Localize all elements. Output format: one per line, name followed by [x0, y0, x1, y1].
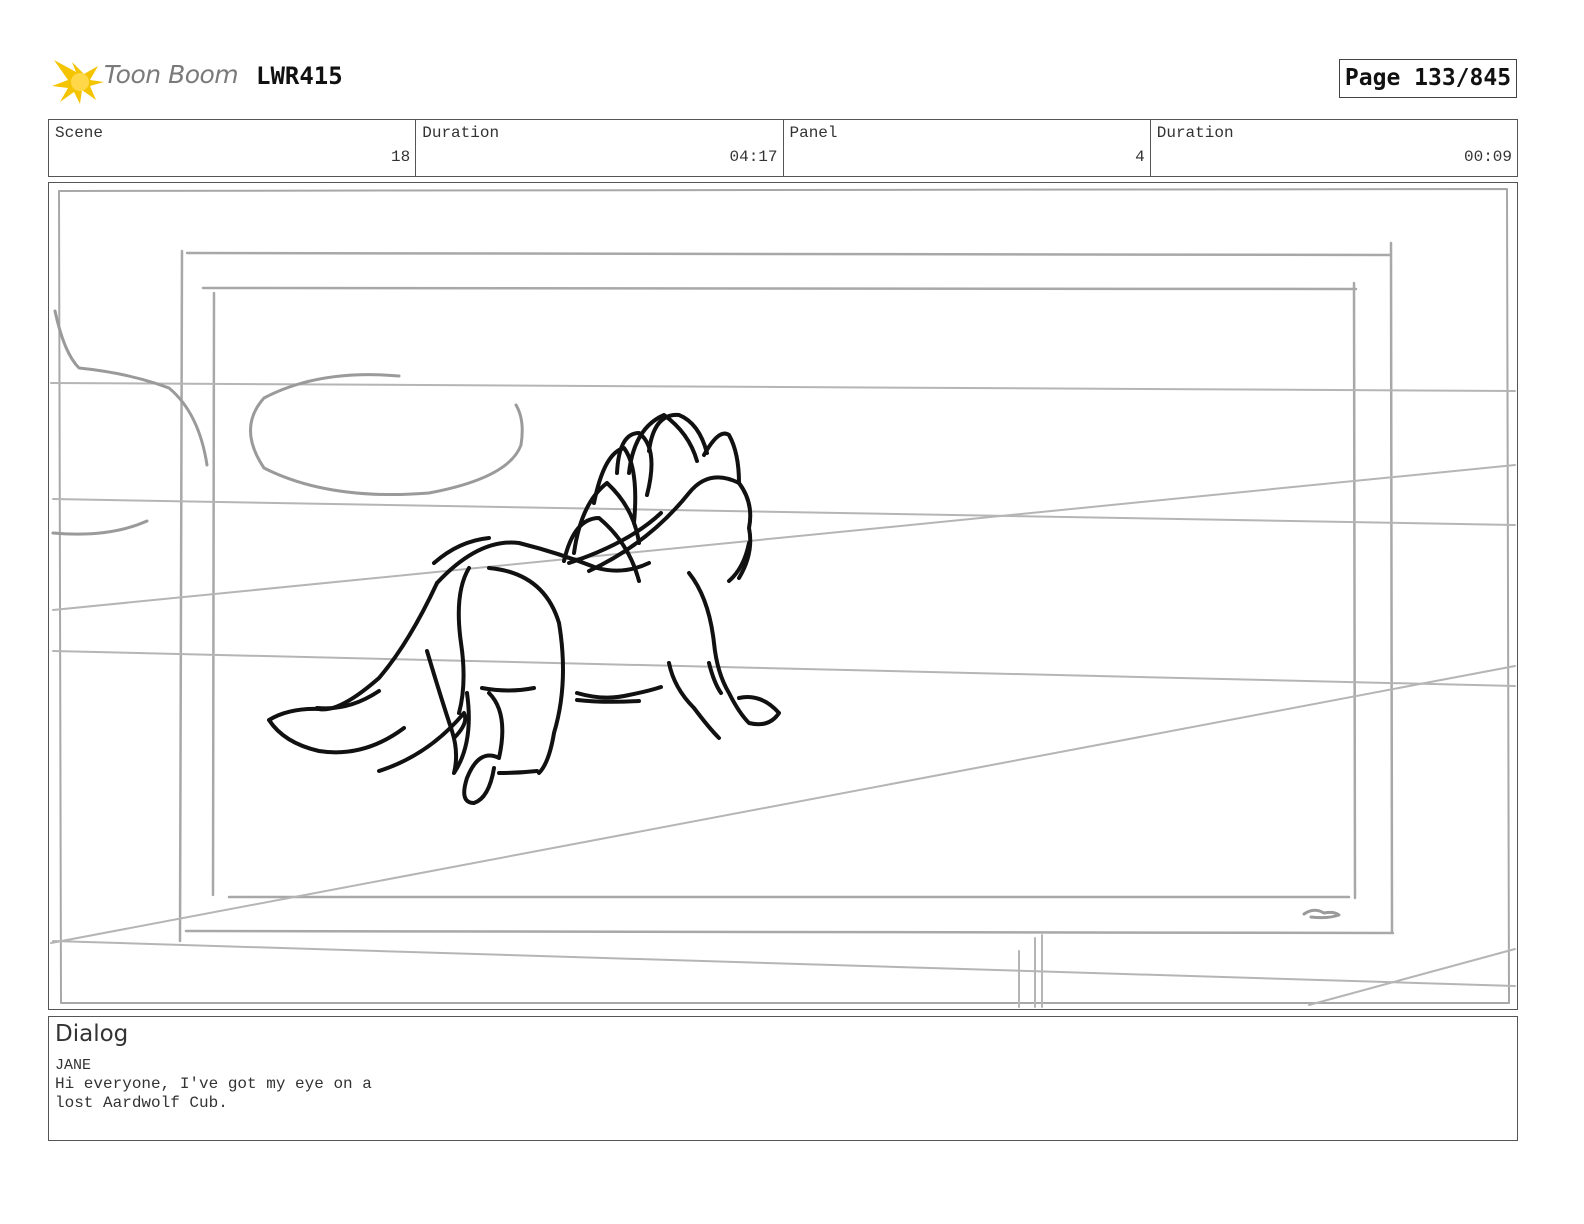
logo-text: Toon Boom [104, 60, 239, 89]
toon-boom-logo: Toon Boom [52, 56, 242, 106]
storyboard-sketch [50, 188, 1516, 1008]
scene-duration-cell: Duration 04:17 [416, 120, 784, 176]
background-shapes [51, 309, 1341, 920]
panel-info-row: Scene 18 Duration 04:17 Panel 4 Duration… [48, 119, 1518, 177]
project-code: LWR415 [256, 62, 343, 90]
scene-cell: Scene 18 [49, 120, 417, 176]
panel-label: Panel [789, 124, 838, 142]
dialog-box: Dialog JANE Hi everyone, I've got my eye… [48, 1016, 1518, 1141]
dialog-character: JANE [55, 1057, 92, 1074]
scene-value: 18 [391, 148, 411, 166]
starburst-icon [52, 60, 104, 104]
dialog-line: lost Aardwolf Cub. [55, 1094, 228, 1112]
dialog-line: Hi everyone, I've got my eye on a [55, 1075, 372, 1093]
panel-duration-value: 00:09 [1463, 148, 1512, 166]
storyboard-panel [48, 182, 1518, 1010]
panel-value: 4 [1135, 148, 1145, 166]
scene-label: Scene [55, 124, 104, 142]
dialog-title: Dialog [55, 1021, 129, 1047]
panel-duration-cell: Duration 00:09 [1151, 120, 1517, 176]
page-indicator: Page 133/845 [1339, 59, 1517, 98]
panel-duration-label: Duration [1156, 124, 1234, 142]
aardwolf-cub-sketch [267, 412, 781, 805]
scene-duration-value: 04:17 [729, 148, 778, 166]
panel-cell: Panel 4 [784, 120, 1151, 176]
perspective-lines [50, 382, 1516, 1008]
frame-guides [58, 188, 1510, 1004]
scene-duration-label: Duration [422, 124, 500, 142]
